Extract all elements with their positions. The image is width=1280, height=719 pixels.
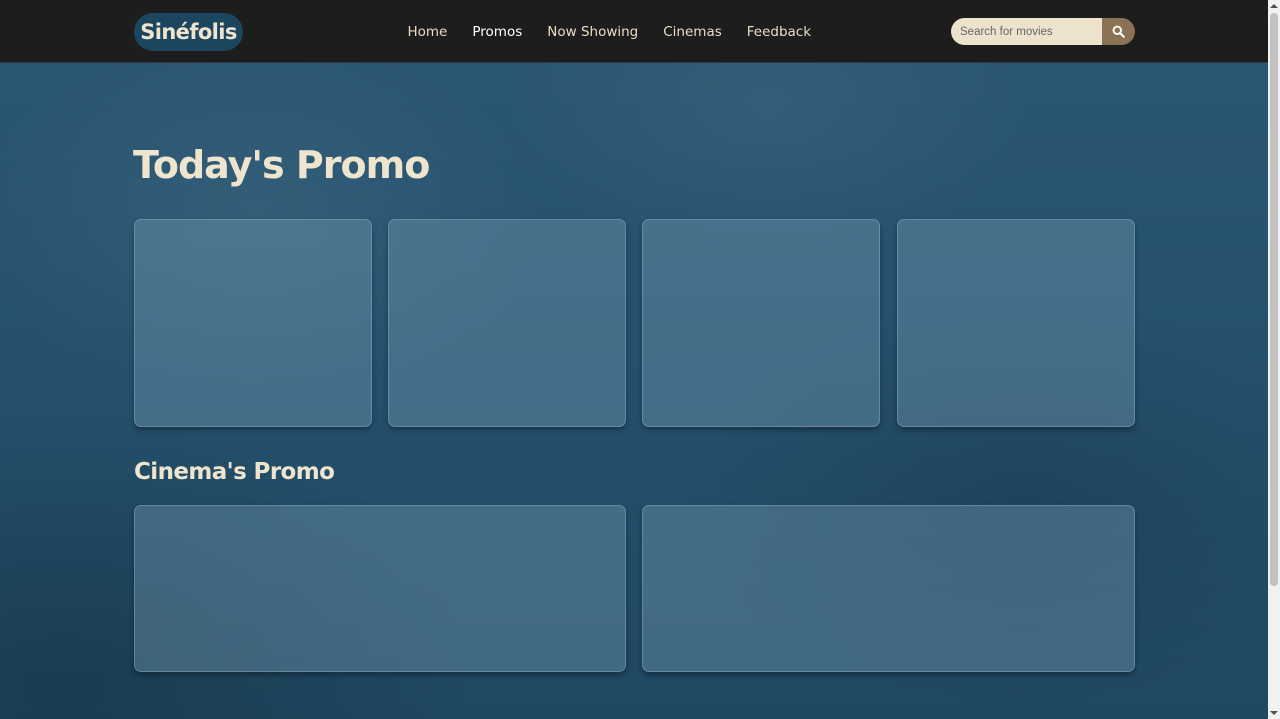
search-button[interactable] [1102, 18, 1135, 45]
search-form [951, 18, 1135, 45]
brand-logo[interactable]: Sinéfolis [134, 13, 243, 51]
scroll-down-arrow-icon[interactable] [1268, 707, 1280, 719]
nav-link-home[interactable]: Home [395, 24, 460, 40]
nav-link-promos[interactable]: Promos [460, 24, 535, 40]
todays-promo-card-2[interactable] [388, 219, 626, 427]
cinemas-promo-title: Cinema's Promo [134, 459, 335, 485]
search-input[interactable] [951, 18, 1102, 45]
search-icon [1112, 25, 1125, 38]
main-nav: Home Promos Now Showing Cinemas Feedback [395, 0, 824, 63]
scroll-up-arrow-icon[interactable] [1268, 0, 1280, 12]
page-scrollbar[interactable] [1268, 0, 1280, 719]
nav-link-feedback[interactable]: Feedback [734, 24, 823, 40]
todays-promo-card-1[interactable] [134, 219, 372, 427]
todays-promo-card-4[interactable] [897, 219, 1135, 427]
cinemas-promo-card-2[interactable] [642, 505, 1135, 672]
nav-link-now-showing[interactable]: Now Showing [535, 24, 651, 40]
cinemas-promo-card-1[interactable] [134, 505, 626, 672]
todays-promo-title: Today's Promo [133, 143, 430, 187]
top-navbar: Sinéfolis Home Promos Now Showing Cinema… [0, 0, 1268, 63]
nav-link-cinemas[interactable]: Cinemas [651, 24, 735, 40]
scrollbar-thumb[interactable] [1270, 13, 1278, 586]
todays-promo-card-3[interactable] [642, 219, 880, 427]
